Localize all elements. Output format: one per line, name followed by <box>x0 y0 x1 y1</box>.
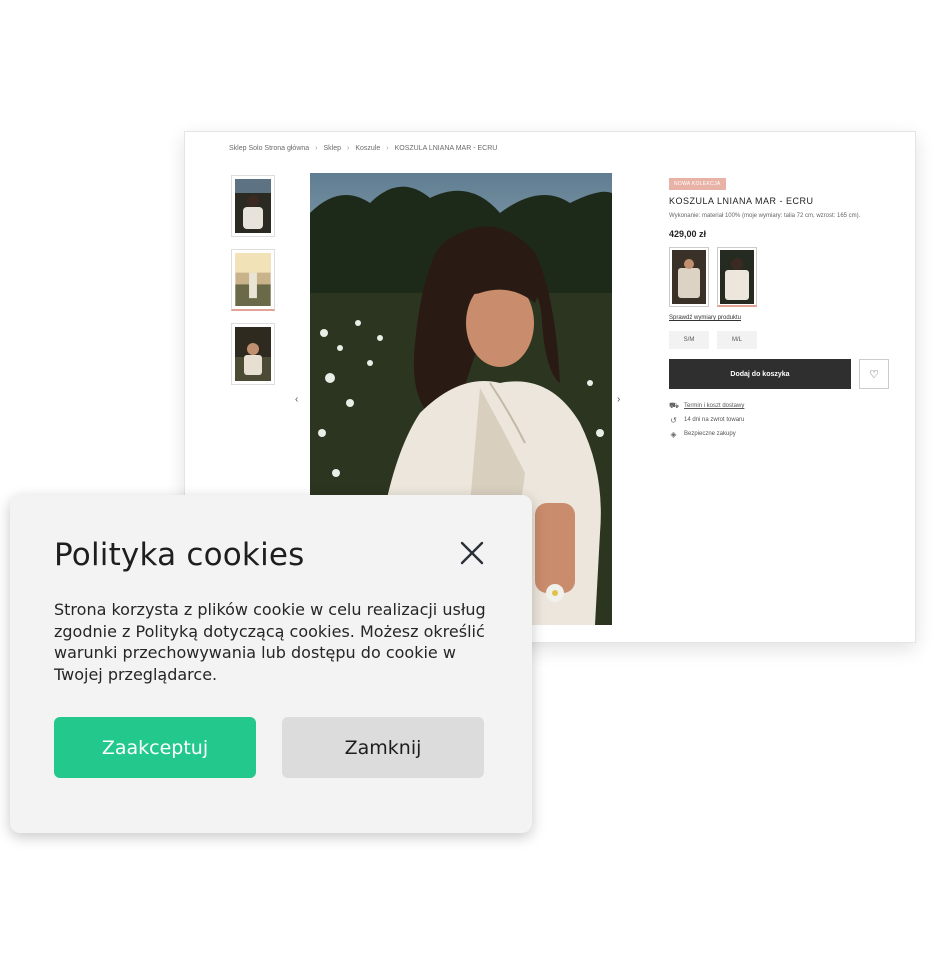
wishlist-button[interactable]: ♡ <box>859 359 889 389</box>
size-option[interactable]: S/M <box>669 331 709 349</box>
product-description: Wykonanie: materiał 100% (moje wymiary: … <box>669 213 861 219</box>
thumbnail-image <box>235 327 271 381</box>
shield-icon: ◈ <box>670 429 677 439</box>
new-collection-badge: NOWA KOLEKCJA <box>669 178 726 190</box>
breadcrumb-item[interactable]: Koszule <box>355 145 380 152</box>
thumbnail-2[interactable] <box>231 249 275 311</box>
cookie-dialog: Polityka cookies Strona korzysta z plikó… <box>10 495 532 833</box>
variant-image <box>720 250 754 304</box>
breadcrumb-separator: › <box>347 145 350 152</box>
close-icon[interactable] <box>458 539 486 567</box>
truck-icon: ⛟ <box>669 401 680 410</box>
variant-option-1[interactable] <box>669 247 709 307</box>
add-to-cart-button[interactable]: Dodaj do koszyka <box>669 359 851 389</box>
breadcrumb: Sklep Solo Strona główna › Sklep › Koszu… <box>229 145 497 152</box>
breadcrumb-item[interactable]: Sklep Solo Strona główna <box>229 145 309 152</box>
return-icon: ↺ <box>670 415 677 425</box>
info-text: Bezpieczne zakupy <box>684 431 736 437</box>
info-text: 14 dni na zwrot towaru <box>684 417 745 423</box>
gallery-next-arrow[interactable]: › <box>617 394 620 405</box>
stage: Sklep Solo Strona główna › Sklep › Koszu… <box>0 0 936 970</box>
variant-option-2[interactable] <box>717 247 757 307</box>
product-price: 429,00 zł <box>669 229 707 239</box>
info-item: ⛟ Termin i koszt dostawy <box>669 399 899 413</box>
thumbnail-list <box>231 175 275 397</box>
thumbnail-1[interactable] <box>231 175 275 237</box>
size-guide-link[interactable]: Sprawdź wymiary produktu <box>669 315 899 321</box>
thumbnail-image <box>235 253 271 306</box>
cookie-dialog-text: Strona korzysta z plików cookie w celu r… <box>54 600 486 684</box>
thumbnail-image <box>235 179 271 233</box>
product-title: KOSZULA LNIANA MAR - ECRU <box>669 196 814 206</box>
heart-icon: ♡ <box>869 368 879 381</box>
shipping-link[interactable]: Termin i koszt dostawy <box>684 403 744 409</box>
accept-button[interactable]: Zaakceptuj <box>54 717 256 778</box>
product-info: NOWA KOLEKCJA KOSZULA LNIANA MAR - ECRU … <box>669 172 899 441</box>
close-button[interactable]: Zamknij <box>282 717 484 778</box>
info-item: ↺ 14 dni na zwrot towaru <box>669 413 899 427</box>
size-option[interactable]: M/L <box>717 331 757 349</box>
breadcrumb-item: KOSZULA LNIANA MAR - ECRU <box>394 145 498 152</box>
thumbnail-3[interactable] <box>231 323 275 385</box>
gallery-prev-arrow[interactable]: ‹ <box>295 394 298 405</box>
shipping-info-list: ⛟ Termin i koszt dostawy ↺ 14 dni na zwr… <box>669 399 899 441</box>
variant-image <box>672 250 706 304</box>
breadcrumb-separator: › <box>315 145 318 152</box>
cookie-dialog-title: Polityka cookies <box>54 537 305 573</box>
breadcrumb-separator: › <box>386 145 389 152</box>
size-options: S/M M/L <box>669 331 899 349</box>
color-variants <box>669 247 899 307</box>
info-item: ◈ Bezpieczne zakupy <box>669 427 899 441</box>
close-icon-glyph <box>460 541 484 565</box>
cart-row: Dodaj do koszyka ♡ <box>669 359 899 389</box>
breadcrumb-item[interactable]: Sklep <box>324 145 342 152</box>
